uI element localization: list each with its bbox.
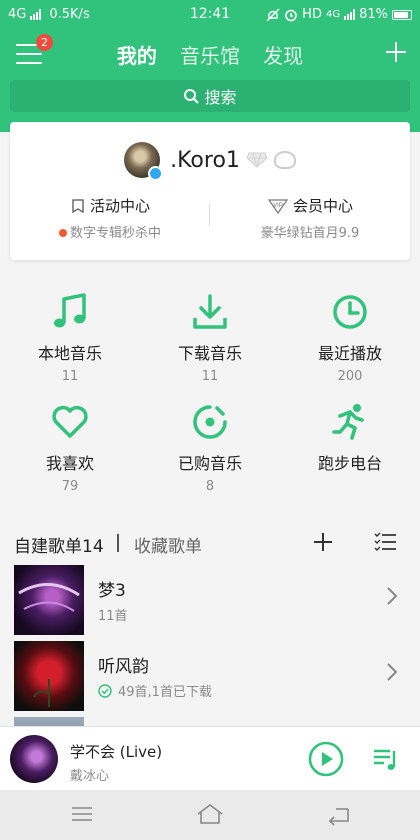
battery-icon xyxy=(392,9,412,20)
create-playlist-icon[interactable] xyxy=(312,531,334,553)
grid-count: 11 xyxy=(201,369,219,384)
alarm-icon xyxy=(285,9,297,21)
activity-subtitle: 数字专辑秒杀中 xyxy=(69,226,161,241)
vip-icon: VIP xyxy=(267,198,289,214)
cover-art-graphic xyxy=(18,583,80,612)
now-playing-title: 学不会 (Live) xyxy=(70,743,163,761)
playlist-item[interactable]: 听风韵 49首,1首已下载 xyxy=(0,638,420,714)
playlist-meta: 49首,1首已下载 xyxy=(98,681,212,700)
hd-label: HD xyxy=(302,7,322,22)
playlist-name: 听风韵 xyxy=(98,657,149,677)
playlist-queue-icon[interactable] xyxy=(372,745,400,773)
activity-title-row: 活动中心 xyxy=(10,195,210,216)
status-bar: 4G 0.5K/s 12:41 HD 4G 81% xyxy=(0,0,420,30)
playlist-item[interactable]: 梦3 11首 xyxy=(0,562,420,638)
vip-title-row: VIP 会员中心 xyxy=(210,195,410,216)
grid-count: 8 xyxy=(205,479,215,494)
activity-title: 活动中心 xyxy=(89,197,150,215)
vip-subtitle: 豪华绿钻首月9.9 xyxy=(260,226,360,241)
activity-subtitle-row: 数字专辑秒杀中 xyxy=(10,222,210,241)
play-icon[interactable] xyxy=(308,741,344,777)
avatar-badge-icon xyxy=(148,166,164,181)
purchased-disc-icon xyxy=(193,405,227,439)
main-tabs: 我的 音乐馆 发现 xyxy=(0,40,420,69)
download-icon xyxy=(193,294,227,329)
mute-icon xyxy=(266,8,280,21)
grid-count: 11 xyxy=(61,369,79,384)
tab-mine[interactable]: 我的 xyxy=(117,40,157,69)
system-nav-bar xyxy=(0,790,420,840)
diamond-icon[interactable] xyxy=(246,152,268,168)
home-icon[interactable] xyxy=(196,802,224,826)
grid-recent[interactable]: 最近播放 200 xyxy=(280,292,420,385)
search-bar[interactable]: 搜索 xyxy=(10,80,410,112)
add-button[interactable] xyxy=(384,40,408,64)
new-dot xyxy=(58,229,67,237)
avatar[interactable] xyxy=(124,142,164,181)
music-note-icon xyxy=(54,293,86,328)
playlist-tab-divider xyxy=(117,534,119,552)
tab-discover[interactable]: 发现 xyxy=(263,40,303,69)
playlist-cover xyxy=(14,717,84,726)
level-badge-icon[interactable] xyxy=(273,151,296,169)
now-playing-cover xyxy=(10,735,58,783)
playlist-name: 梦3 xyxy=(98,581,126,601)
menu-icon[interactable] xyxy=(70,802,94,826)
grid-favorites[interactable]: 我喜欢 79 xyxy=(0,402,140,495)
downloaded-check-icon xyxy=(98,683,112,698)
back-icon[interactable] xyxy=(326,802,350,826)
username[interactable]: .Koro1 xyxy=(170,148,240,173)
runner-icon xyxy=(332,404,364,440)
network-type-right: 4G xyxy=(325,9,341,20)
search-icon xyxy=(184,89,200,104)
playlist-meta: 11首 xyxy=(98,605,128,624)
grid-count: 79 xyxy=(61,479,79,494)
tab-collected-playlists[interactable]: 收藏歌单 xyxy=(134,532,202,557)
grid-label: 已购音乐 xyxy=(177,454,242,473)
flag-icon xyxy=(72,198,84,213)
cover-art-graphic xyxy=(33,679,50,707)
grid-running-radio[interactable]: 跑步电台 xyxy=(280,402,420,495)
playlist-header: 自建歌单14 收藏歌单 xyxy=(0,524,420,560)
playlist-cover xyxy=(14,641,84,711)
vip-tag: VIP xyxy=(273,203,283,209)
grid-label: 最近播放 xyxy=(317,344,382,363)
profile-card: .Koro1 活动中心 数字专辑秒杀中 VIP 会员中心 豪华绿钻首月9.9 xyxy=(10,122,410,260)
profile-row: .Koro1 xyxy=(10,142,410,181)
status-right: HD 4G 81% xyxy=(266,7,412,22)
grid-label: 我喜欢 xyxy=(45,454,94,473)
feature-grid: 本地音乐 11 下载音乐 11 最近播放 200 我喜欢 79 已购音乐 8 跑… xyxy=(0,278,420,508)
heart-icon xyxy=(52,405,88,438)
grid-label: 下载音乐 xyxy=(177,344,242,363)
playlist-song-count: 11首 xyxy=(98,609,128,624)
playlist-cover xyxy=(14,565,84,635)
search-label: 搜索 xyxy=(204,88,237,107)
tab-own-playlists[interactable]: 自建歌单14 xyxy=(14,532,104,557)
battery-percent: 81% xyxy=(359,7,388,22)
grid-purchased[interactable]: 已购音乐 8 xyxy=(140,402,280,495)
playlist-song-count: 49首,1首已下载 xyxy=(118,685,212,700)
grid-local-music[interactable]: 本地音乐 11 xyxy=(0,292,140,385)
playlist-item-partial[interactable] xyxy=(0,714,420,726)
grid-count xyxy=(280,479,420,495)
chevron-right-icon xyxy=(387,587,398,605)
grid-count: 200 xyxy=(337,369,363,384)
tab-music-hall[interactable]: 音乐馆 xyxy=(180,40,240,69)
vip-title: 会员中心 xyxy=(292,197,353,215)
vip-center[interactable]: VIP 会员中心 豪华绿钻首月9.9 xyxy=(210,195,410,241)
app-header: 2 我的 音乐馆 发现 搜索 xyxy=(0,30,420,132)
grid-downloads[interactable]: 下载音乐 11 xyxy=(140,292,280,385)
activity-center[interactable]: 活动中心 数字专辑秒杀中 xyxy=(10,195,210,241)
clock-icon xyxy=(333,295,367,329)
grid-label: 跑步电台 xyxy=(317,454,382,473)
manage-playlists-icon[interactable] xyxy=(374,531,398,553)
signal-icon-right xyxy=(344,9,356,20)
now-playing-artist: 戴冰心 xyxy=(70,769,110,784)
mini-player[interactable]: 学不会 (Live) 戴冰心 xyxy=(0,726,420,790)
grid-label: 本地音乐 xyxy=(37,344,102,363)
chevron-right-icon xyxy=(387,663,398,681)
